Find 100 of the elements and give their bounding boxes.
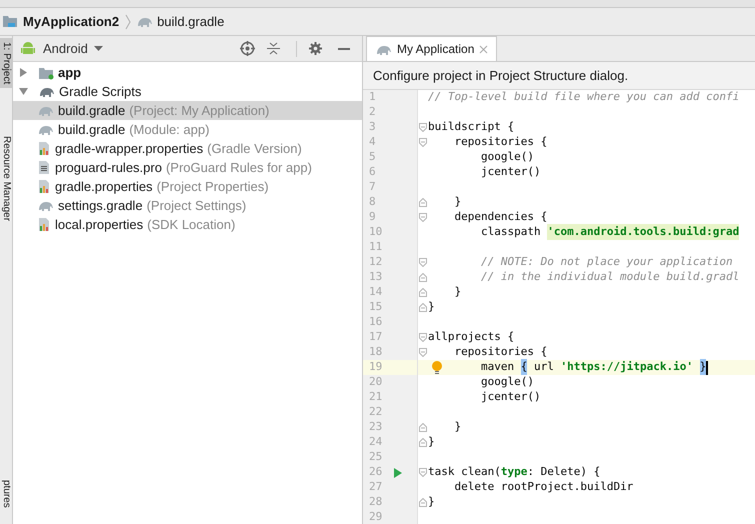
lightbulb-icon[interactable] (432, 361, 442, 374)
view-dropdown[interactable]: Android (39, 38, 107, 58)
line-number: 18 (369, 344, 384, 360)
code-text: 'https://jitpack.io' (560, 359, 694, 376)
line-number: 15 (369, 299, 384, 316)
code-text: } (454, 194, 462, 210)
line-number: 4 (369, 134, 377, 150)
code-text: google() (480, 149, 534, 166)
line-number: 3 (369, 119, 377, 136)
line-number: 17 (369, 329, 384, 346)
line-number: 5 (369, 149, 377, 166)
file-hint: (Module: app) (129, 120, 210, 139)
code-text: 'com.android.tools.build:grad (547, 224, 740, 241)
file-hint: (Project: My Application) (129, 102, 270, 120)
line-number: 9 (369, 209, 377, 226)
line-number: 1 (369, 89, 377, 106)
line-number: 11 (369, 239, 384, 256)
line-number: 27 (369, 479, 384, 496)
breadcrumb-item[interactable]: MyApplication2 (22, 12, 120, 32)
line-number: 8 (369, 194, 377, 210)
line-number: 7 (369, 179, 377, 196)
tree-item[interactable]: gradle-wrapper.properties (Gradle Version) (13, 139, 362, 158)
elephant-icon (37, 199, 54, 212)
line-number: 2 (369, 104, 377, 120)
tree-item[interactable]: gradle.properties (Project Properties) (13, 177, 362, 196)
line-number: 13 (369, 269, 384, 286)
tree-item[interactable]: Gradle Scripts (13, 82, 362, 101)
locate-icon (240, 41, 255, 56)
line-number: 22 (369, 404, 384, 420)
code-comment: // Top-level build file where you can add confi (428, 89, 740, 106)
line-number: 16 (369, 314, 384, 330)
line-number: 19 (369, 359, 384, 376)
tree-item[interactable]: app (13, 63, 362, 82)
code-text: task clean( (428, 464, 501, 480)
code-text: repositories { (454, 344, 548, 360)
code-text: { (520, 359, 528, 376)
tree-item[interactable]: build.gradle (Module: app) (13, 120, 362, 139)
code-text: delete rootProject.buildDir (454, 479, 634, 496)
code-text: url (534, 359, 555, 376)
folder-icon (2, 15, 18, 28)
code-text: } (700, 359, 706, 376)
tool-window-tab[interactable]: ptures (0, 476, 12, 512)
android-icon (21, 41, 35, 56)
code-text: google() (480, 374, 534, 390)
elephant-icon (37, 104, 54, 117)
caret-icon (94, 46, 103, 51)
text-file-icon (37, 160, 51, 175)
code-text: repositories { (454, 134, 548, 150)
code-text: buildscript { (428, 119, 514, 136)
settings-icon (309, 42, 322, 55)
code-text: } (428, 494, 435, 510)
elephant-icon (136, 15, 154, 28)
code-text: jcenter() (480, 164, 541, 180)
code-text: } (428, 299, 435, 316)
line-number: 10 (369, 224, 384, 240)
tree-label: app (58, 64, 82, 82)
file-hint: (Gradle Version) (207, 140, 302, 158)
elephant-icon (37, 123, 54, 136)
file-hint: (Project Settings) (146, 196, 246, 215)
code-comment: // NOTE: Do not place your application (480, 254, 733, 270)
code-text: classpath (480, 224, 542, 240)
code-text: type (500, 464, 528, 480)
code-text: dependencies { (454, 209, 548, 226)
tree-item[interactable]: proguard-rules.pro (ProGuard Rules for app) (13, 158, 362, 177)
breadcrumb-item[interactable]: build.gradle (157, 12, 224, 32)
banner-text: Configure project in Project Structure dialog. (373, 66, 628, 85)
line-number: 28 (369, 494, 384, 510)
code-text: maven (480, 359, 516, 376)
folder-icon (38, 66, 54, 80)
file-hint: (Project Properties) (156, 178, 269, 196)
file-hint: (ProGuard Rules for app) (166, 158, 312, 177)
line-number: 24 (369, 434, 384, 450)
close-icon (479, 44, 488, 54)
code-text: : Delete) { (527, 464, 600, 480)
line-number: 14 (369, 284, 384, 300)
chevron-icon (124, 14, 132, 30)
collapse-all-icon (267, 42, 280, 55)
line-number: 23 (369, 419, 384, 436)
tree-item[interactable]: build.gradle (Project: My Application) (13, 101, 362, 120)
editor-tab[interactable]: My Application (366, 36, 498, 61)
properties-file-icon (37, 217, 51, 232)
tree-item[interactable]: local.properties (SDK Location) (13, 215, 362, 234)
line-number: 12 (369, 254, 384, 270)
tree-item[interactable]: settings.gradle (Project Settings) (13, 196, 362, 215)
properties-file-icon (37, 179, 51, 194)
tool-window-tab[interactable]: Resource Manager (0, 132, 12, 226)
minimize-icon (338, 48, 350, 50)
line-number: 29 (369, 509, 384, 524)
line-number: 21 (369, 389, 384, 406)
tree-label: Gradle Scripts (59, 82, 142, 101)
code-text: } (454, 284, 462, 300)
line-number: 25 (369, 449, 384, 466)
file-hint: (SDK Location) (147, 216, 236, 234)
code-comment: // in the individual module build.gradl (480, 269, 740, 286)
properties-file-icon (37, 141, 51, 156)
line-number: 26 (369, 464, 384, 480)
code-text: jcenter() (480, 389, 541, 406)
code-text: allprojects { (428, 329, 514, 346)
line-number: 20 (369, 374, 384, 390)
tool-window-tab[interactable]: 1: Project (0, 38, 12, 88)
